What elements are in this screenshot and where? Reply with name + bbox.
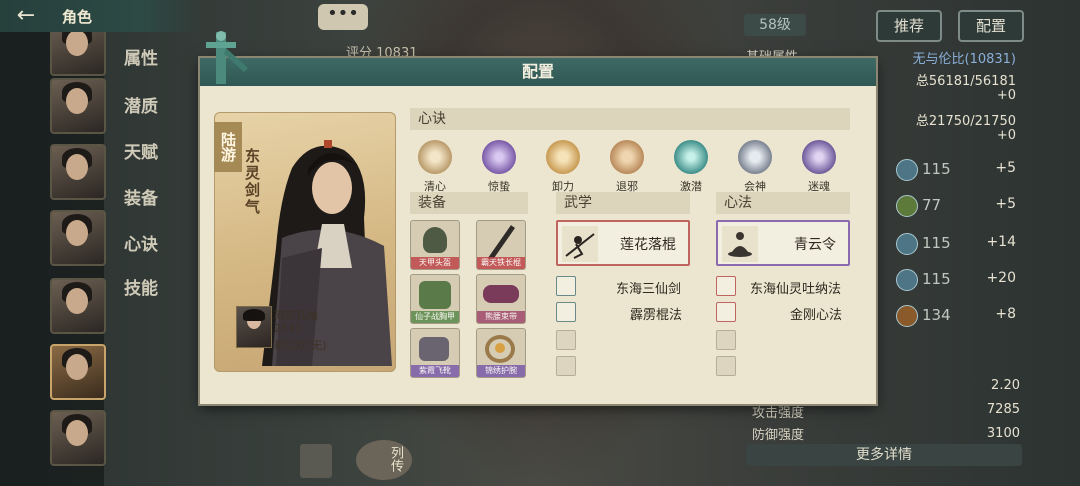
- equipment-header: 装备: [410, 192, 528, 214]
- martial-skill-icon[interactable]: [556, 302, 576, 322]
- stat-row: 77 +5: [876, 192, 1080, 222]
- character-portrait[interactable]: [50, 210, 106, 266]
- empty-slot[interactable]: [716, 356, 736, 376]
- stat-row: 134 +8: [876, 302, 1080, 332]
- xinfa-header: 心法: [716, 192, 850, 214]
- xinfa-main-slot[interactable]: 青云令: [716, 220, 850, 266]
- mp-value: 总21750/21750: [915, 114, 1016, 129]
- attr-name-value: 无与伦比(10831): [912, 52, 1017, 67]
- wuxue-item[interactable]: 东海三仙剑: [616, 278, 681, 297]
- meditation-icon: [722, 226, 758, 262]
- wuxue-main-slot[interactable]: 莲花落棍: [556, 220, 690, 266]
- empty-slot[interactable]: [556, 356, 576, 376]
- character-title: 东灵剑气: [243, 148, 261, 216]
- skill-jingzhe-icon[interactable]: [482, 140, 516, 174]
- hp-plus: +0: [996, 88, 1016, 103]
- stat-icon: [896, 269, 918, 291]
- equip-helmet-slot[interactable]: 天甲头盔: [410, 220, 460, 270]
- equip-weapon-slot[interactable]: 霸天铁长棍: [476, 220, 526, 270]
- nav-potential[interactable]: 潜质: [124, 92, 158, 117]
- stat-value-ratio: 2.20: [991, 378, 1020, 393]
- empty-slot[interactable]: [556, 330, 576, 350]
- inner-art-icon[interactable]: [716, 276, 736, 296]
- defense-label: 防御强度: [752, 428, 805, 443]
- nav-talent[interactable]: 天赋: [124, 138, 158, 163]
- companion-name: 南宫钰袖: [274, 309, 318, 322]
- empty-slot[interactable]: [716, 330, 736, 350]
- equip-belt-slot[interactable]: 熊腰束带: [476, 274, 526, 324]
- skill-huishen-icon[interactable]: [738, 140, 772, 174]
- equip-boots-slot[interactable]: 紫霞飞靴: [410, 328, 460, 378]
- companion-value: 2641: [274, 322, 302, 335]
- inner-art-icon[interactable]: [716, 302, 736, 322]
- stat-row: 115 +14: [876, 230, 1080, 260]
- left-sidebar: [0, 0, 48, 486]
- xinjue-header: 心诀: [410, 108, 850, 130]
- nav-xinjue[interactable]: 心诀: [124, 230, 158, 255]
- page-title: 角色: [62, 8, 93, 26]
- martial-skill-icon[interactable]: [556, 276, 576, 296]
- stat-icon: [896, 159, 918, 181]
- hp-value: 总56181/56181: [915, 74, 1016, 89]
- character-surname-tag: 陆游: [214, 122, 242, 172]
- wuxue-item[interactable]: 霹雳棍法: [630, 304, 682, 323]
- biography-label: 列传: [388, 446, 403, 472]
- skill-xieli-icon[interactable]: [546, 140, 580, 174]
- xinfa-item[interactable]: 金刚心法: [790, 304, 842, 323]
- companion-relation: 相见欢(无): [274, 339, 327, 352]
- character-portrait-selected[interactable]: [50, 344, 106, 400]
- skill-tuixie-icon[interactable]: [610, 140, 644, 174]
- stat-icon: [896, 233, 918, 255]
- modal-title: 配置: [521, 62, 554, 81]
- companion-avatar[interactable]: [236, 306, 272, 348]
- equip-bracer-slot[interactable]: 锦绣护腕: [476, 328, 526, 378]
- skill-jiqian-icon[interactable]: [674, 140, 708, 174]
- nav-skills[interactable]: 技能: [124, 274, 158, 299]
- decorative-pillar-icon: [206, 31, 248, 84]
- wuxue-header: 武学: [556, 192, 690, 214]
- mp-plus: +0: [996, 128, 1016, 143]
- level-badge: 58级: [744, 14, 806, 36]
- skill-mihun-icon[interactable]: [802, 140, 836, 174]
- staff-fighter-icon: [562, 226, 598, 262]
- xinfa-item[interactable]: 东海仙灵吐纳法: [750, 278, 841, 297]
- back-arrow-icon[interactable]: ←: [8, 4, 44, 28]
- recommend-button[interactable]: 推荐: [876, 10, 942, 42]
- character-portrait[interactable]: [50, 144, 106, 200]
- equip-armor-slot[interactable]: 仙子战胸甲: [410, 274, 460, 324]
- character-portrait[interactable]: [50, 78, 106, 134]
- attack-value: 7285: [986, 402, 1020, 417]
- stat-icon: [896, 195, 918, 217]
- stat-row: 115 +20: [876, 266, 1080, 296]
- attack-label: 攻击强度: [752, 406, 805, 421]
- stat-row: 115 +5: [876, 156, 1080, 186]
- character-portrait[interactable]: [50, 410, 106, 466]
- stat-icon: [896, 305, 918, 327]
- skill-qingxin-icon[interactable]: [418, 140, 452, 174]
- chat-bubble-icon[interactable]: •••: [318, 4, 368, 30]
- more-details-button[interactable]: 更多详情: [746, 444, 1022, 466]
- scroll-icon[interactable]: [300, 444, 332, 478]
- nav-attributes[interactable]: 属性: [124, 44, 158, 69]
- character-portrait[interactable]: [50, 278, 106, 334]
- defense-value: 3100: [986, 426, 1020, 441]
- nav-equipment[interactable]: 装备: [124, 184, 158, 209]
- config-button[interactable]: 配置: [958, 10, 1024, 42]
